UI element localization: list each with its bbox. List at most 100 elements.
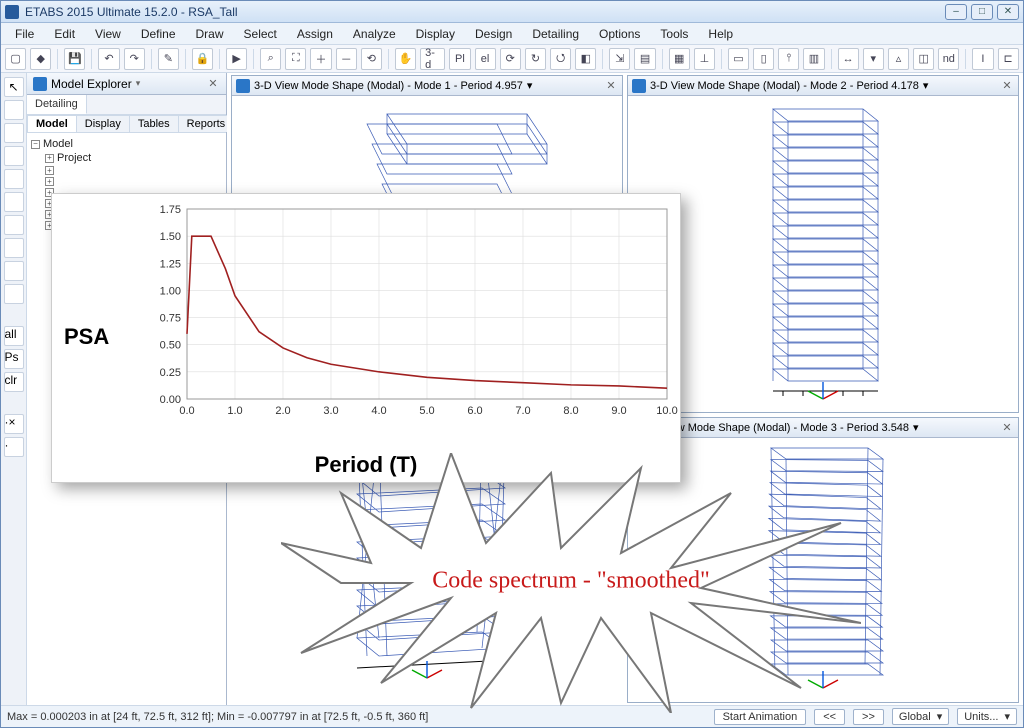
measure2-icon[interactable]: ▵ [888,48,909,70]
object-shrink-icon[interactable]: ⇲ [609,48,630,70]
menu-analyze[interactable]: Analyze [343,25,406,43]
draw-slab-icon[interactable] [4,238,24,258]
section-cut2-icon[interactable]: ⊏ [998,48,1019,70]
open-icon[interactable]: ◆ [30,48,51,70]
collapse-icon[interactable]: − [31,140,40,149]
expand-icon[interactable]: + [45,166,54,175]
set-display-icon[interactable]: ▤ [634,48,655,70]
close-icon[interactable]: ✕ [1000,79,1014,93]
menu-tools[interactable]: Tools [650,25,698,43]
model-view-icon[interactable]: ▦ [669,48,690,70]
menu-display[interactable]: Display [406,25,465,43]
close-icon[interactable]: ✕ [1000,421,1014,435]
refresh-icon[interactable]: ⟳ [500,48,521,70]
dropdown-icon[interactable]: ▾ [136,78,146,89]
orbit-icon[interactable]: ⭯ [550,48,571,70]
split-h-icon[interactable]: ▭ [728,48,749,70]
dropdown-icon[interactable]: ▾ [913,421,919,434]
elev-view-icon[interactable]: el [475,48,496,70]
redo-icon[interactable]: ↷ [124,48,145,70]
tab-display[interactable]: Display [76,115,130,132]
draw-area-icon[interactable] [4,192,24,212]
zoom-extents-icon[interactable]: ⛶ [285,48,306,70]
close-button[interactable]: ✕ [997,4,1019,20]
menu-define[interactable]: Define [131,25,186,43]
expand-icon[interactable]: + [45,154,54,163]
separator [185,49,186,69]
undo-icon[interactable]: ↶ [98,48,119,70]
pencil-icon[interactable]: ✎ [158,48,179,70]
dim-icon[interactable]: ↔ [838,48,859,70]
tree-item[interactable]: + [31,165,222,176]
split-v-icon[interactable]: ▯ [753,48,774,70]
reshape-icon[interactable] [4,100,24,120]
view-tab-mode2[interactable]: 3-D View Mode Shape (Modal) - Mode 2 - P… [628,76,1018,96]
named-view-icon[interactable]: nd [938,48,959,70]
perspective-icon[interactable]: ◧ [575,48,596,70]
3d-view-button[interactable]: 3-d [420,48,445,70]
section-cut-icon[interactable]: I [972,48,993,70]
new-icon[interactable]: ▢ [5,48,26,70]
menu-draw[interactable]: Draw [186,25,234,43]
zoom-prev-icon[interactable]: ⟲ [361,48,382,70]
snap-mid-icon[interactable]: · [4,437,24,457]
separator [57,49,58,69]
clear-select-icon[interactable]: clr [4,372,24,392]
menu-file[interactable]: File [5,25,44,43]
tree-item[interactable]: + [31,176,222,187]
table-icon[interactable]: ▥ [803,48,824,70]
chart-icon[interactable]: ⫯ [778,48,799,70]
view-title-mode3: D View Mode Shape (Modal) - Mode 3 - Per… [650,422,909,434]
draw-brace-icon[interactable] [4,169,24,189]
coord-system-dropdown[interactable]: Global▾ [892,708,949,725]
close-icon[interactable]: ✕ [206,77,220,91]
zoom-out-icon[interactable]: － [336,48,357,70]
extrude-icon[interactable]: ◫ [913,48,934,70]
close-icon[interactable]: ✕ [604,79,618,93]
tab-tables[interactable]: Tables [129,115,179,132]
maximize-button[interactable]: □ [971,4,993,20]
measure-icon[interactable]: ▾ [863,48,884,70]
menu-help[interactable]: Help [698,25,743,43]
menu-detailing[interactable]: Detailing [522,25,589,43]
dropdown-icon[interactable]: ▾ [923,79,929,92]
subtab-detailing[interactable]: Detailing [27,95,87,114]
prev-select-icon[interactable]: Ps [4,349,24,369]
draw-point-icon[interactable] [4,284,24,304]
svg-text:4.0: 4.0 [371,405,386,417]
zoom-in-icon[interactable]: ＋ [310,48,331,70]
expand-icon[interactable]: + [45,177,54,186]
axes-icon[interactable]: ⊥ [694,48,715,70]
structure-mode2 [723,99,923,409]
units-dropdown[interactable]: Units...▾ [957,708,1017,725]
draw-link-icon[interactable] [4,261,24,281]
tab-reports[interactable]: Reports [178,115,235,132]
select-all-icon[interactable]: all [4,326,24,346]
minimize-button[interactable]: – [945,4,967,20]
menu-view[interactable]: View [85,25,131,43]
view-body[interactable] [628,96,1018,412]
menu-select[interactable]: Select [234,25,287,43]
draw-wall-icon[interactable] [4,215,24,235]
tree-root[interactable]: − Model [31,137,222,151]
rotate-icon[interactable]: ↻ [525,48,546,70]
menu-edit[interactable]: Edit [44,25,85,43]
dropdown-icon[interactable]: ▾ [527,79,533,92]
run-icon[interactable]: ▶ [226,48,247,70]
menu-options[interactable]: Options [589,25,650,43]
tab-model[interactable]: Model [27,115,77,132]
plan-view-icon[interactable]: Pl [449,48,470,70]
draw-col-icon[interactable] [4,146,24,166]
lock-icon[interactable]: 🔒 [192,48,213,70]
pointer-icon[interactable]: ↖ [4,77,24,97]
zoom-window-icon[interactable]: ⌕ [260,48,281,70]
menu-assign[interactable]: Assign [287,25,343,43]
snap-point-icon[interactable]: ·× [4,414,24,434]
pan-icon[interactable]: ✋ [395,48,416,70]
tree-child[interactable]: + Project [31,151,222,165]
save-icon[interactable]: 💾 [64,48,85,70]
view-tab-mode1[interactable]: 3-D View Mode Shape (Modal) - Mode 1 - P… [232,76,622,96]
menu-design[interactable]: Design [465,25,522,43]
draw-beam-icon[interactable] [4,123,24,143]
view-tab-mode3[interactable]: D View Mode Shape (Modal) - Mode 3 - Per… [628,418,1018,438]
